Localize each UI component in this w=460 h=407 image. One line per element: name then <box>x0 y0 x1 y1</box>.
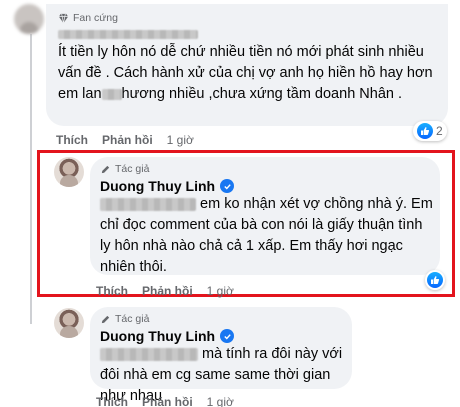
avatar[interactable] <box>14 4 44 34</box>
comment-bubble: Fan cứng Ít tiền ly hôn nó dễ chứ nhiều … <box>46 4 448 126</box>
author-badge: Tác giả <box>100 313 149 325</box>
comment-bubble: Tác giả Duong Thuy Linh em ko nhận xét v… <box>90 157 440 275</box>
avatar[interactable] <box>54 157 84 187</box>
reply-button[interactable]: Phản hồi <box>142 284 193 298</box>
like-icon <box>417 123 433 139</box>
author-name[interactable]: Duong Thuy Linh <box>100 328 215 344</box>
timestamp[interactable]: 1 giờ <box>207 284 234 298</box>
comment-bubble: Tác giả Duong Thuy Linh mà tính ra đôi n… <box>90 307 352 404</box>
badge-label: Tác giả <box>115 163 150 175</box>
comment-actions: Thích Phản hồi 1 giờ <box>96 395 234 407</box>
author-row: Duong Thuy Linh <box>100 328 235 344</box>
timestamp[interactable]: 1 giờ <box>207 395 234 407</box>
author-name[interactable]: Duong Thuy Linh <box>100 178 215 194</box>
verified-icon <box>220 329 235 343</box>
badge-label: Fan cứng <box>73 12 118 24</box>
avatar[interactable] <box>54 308 84 338</box>
redacted-text <box>58 30 198 39</box>
comment-actions: Thích Phản hồi 1 giờ <box>56 133 194 147</box>
like-icon <box>427 272 443 288</box>
like-button[interactable]: Thích <box>56 133 88 147</box>
reply-button[interactable]: Phản hồi <box>102 133 153 147</box>
reply-button[interactable]: Phản hồi <box>142 395 193 407</box>
author-badge: Tác giả <box>100 163 149 175</box>
comment-text: Ít tiền ly hôn nó dễ chứ nhiều tiền nó m… <box>58 42 440 105</box>
timestamp[interactable]: 1 giờ <box>167 133 194 147</box>
like-button[interactable]: Thích <box>96 284 128 298</box>
reaction-count: 2 <box>436 124 443 138</box>
reaction-summary[interactable]: 2 <box>413 121 447 141</box>
pencil-icon <box>101 165 110 173</box>
verified-icon <box>220 179 235 193</box>
badge-label: Tác giả <box>115 313 150 325</box>
thread-line <box>30 174 32 324</box>
pencil-icon <box>101 315 110 323</box>
comment-body-tail: hương nhiều ,chưa xứng tầm doanh Nhân . <box>121 86 403 102</box>
redacted-text <box>100 197 196 211</box>
comment-text: em ko nhận xét vợ chồng nhà ý. Em chỉ đọ… <box>100 194 434 278</box>
like-button[interactable]: Thích <box>96 395 128 407</box>
redacted-text <box>101 88 122 100</box>
reaction-summary[interactable] <box>425 270 445 290</box>
comment-actions: Thích Phản hồi 1 giờ <box>96 284 234 298</box>
author-row: Duong Thuy Linh <box>100 178 235 194</box>
redacted-text <box>100 347 198 361</box>
thread-line <box>30 34 32 174</box>
diamond-icon <box>58 13 69 23</box>
fan-badge: Fan cứng <box>58 12 118 24</box>
